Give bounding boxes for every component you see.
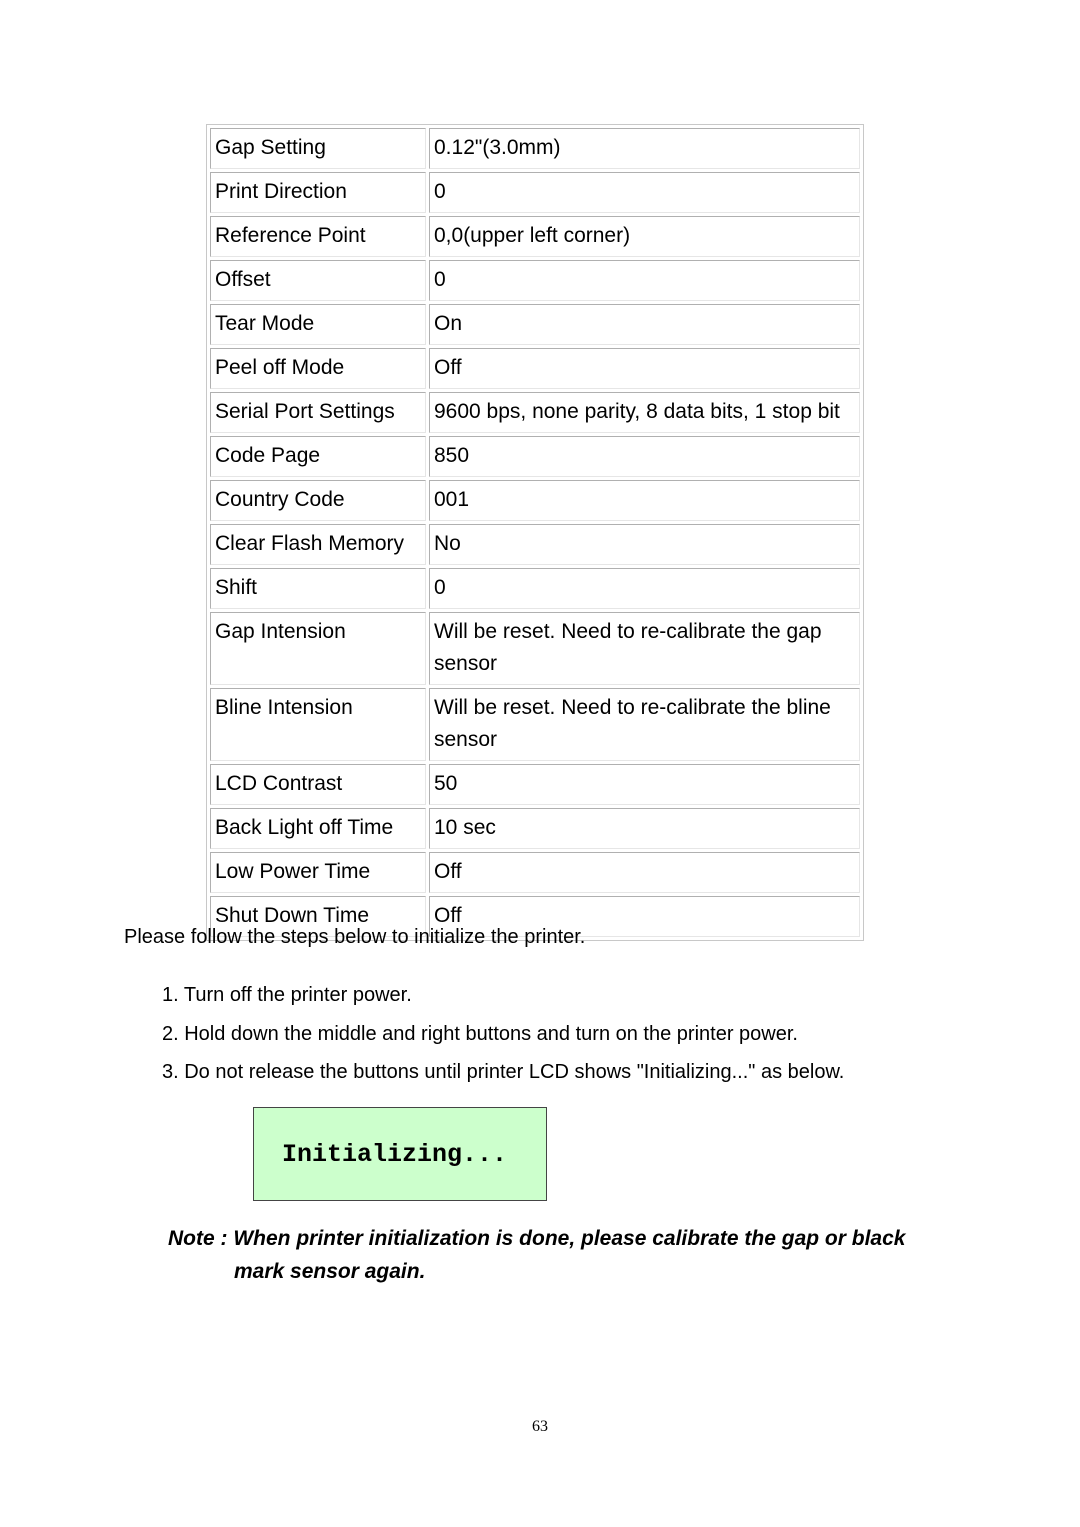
- intro-text: Please follow the steps below to initial…: [124, 926, 586, 948]
- setting-name: Low Power Time: [210, 852, 426, 893]
- step-item: 3. Do not release the buttons until prin…: [162, 1061, 845, 1083]
- setting-value: 850: [429, 436, 860, 477]
- setting-value: Off: [429, 852, 860, 893]
- table-row: Country Code 001: [210, 480, 860, 521]
- step-item: 1. Turn off the printer power.: [162, 984, 412, 1006]
- setting-name: Reference Point: [210, 216, 426, 257]
- table-row: Print Direction 0: [210, 172, 860, 213]
- setting-name: Shift: [210, 568, 426, 609]
- setting-value: 001: [429, 480, 860, 521]
- setting-value: Off: [429, 348, 860, 389]
- table-row: Offset 0: [210, 260, 860, 301]
- setting-name: Code Page: [210, 436, 426, 477]
- setting-name: Offset: [210, 260, 426, 301]
- page-number: 63: [532, 1418, 548, 1435]
- note-line-1: Note : When printer initialization is do…: [168, 1227, 906, 1250]
- setting-value: 0: [429, 568, 860, 609]
- table-row: Clear Flash Memory No: [210, 524, 860, 565]
- document-page: Gap Setting 0.12"(3.0mm) Print Direction 0 R…: [0, 0, 1080, 1527]
- setting-name: LCD Contrast: [210, 764, 426, 805]
- setting-name: Bline Intension: [210, 688, 426, 761]
- setting-name: Serial Port Settings: [210, 392, 426, 433]
- table-row: Back Light off Time 10 sec: [210, 808, 860, 849]
- setting-name: Gap Setting: [210, 128, 426, 169]
- table-row: Reference Point 0,0(upper left corner): [210, 216, 860, 257]
- setting-value: 50: [429, 764, 860, 805]
- table-row: Shift 0: [210, 568, 860, 609]
- table-row: Code Page 850: [210, 436, 860, 477]
- setting-value: 9600 bps, none parity, 8 data bits, 1 st…: [429, 392, 860, 433]
- setting-name: Peel off Mode: [210, 348, 426, 389]
- setting-value: No: [429, 524, 860, 565]
- table-row: Bline Intension Will be reset. Need to re…: [210, 688, 860, 761]
- setting-value: Will be reset. Need to re-calibrate the …: [429, 688, 860, 761]
- setting-value: 0: [429, 260, 860, 301]
- setting-name: Country Code: [210, 480, 426, 521]
- step-item: 2. Hold down the middle and right button…: [162, 1022, 798, 1045]
- table-row: Serial Port Settings 9600 bps, none parit…: [210, 392, 860, 433]
- setting-value: 0,0(upper left corner): [429, 216, 860, 257]
- settings-table: Gap Setting 0.12"(3.0mm) Print Direction 0 R…: [206, 124, 864, 941]
- table-row: Gap Intension Will be reset. Need to re-c…: [210, 612, 860, 685]
- table-row: Tear Mode On: [210, 304, 860, 345]
- setting-value: 0.12"(3.0mm): [429, 128, 860, 169]
- setting-value: 10 sec: [429, 808, 860, 849]
- setting-value: 0: [429, 172, 860, 213]
- setting-name: Tear Mode: [210, 304, 426, 345]
- table-row: LCD Contrast 50: [210, 764, 860, 805]
- steps-list: 1. Turn off the printer power. 2. Hold d…: [162, 984, 844, 1100]
- setting-value: Will be reset. Need to re-calibrate the …: [429, 612, 860, 685]
- table-row: Peel off Mode Off: [210, 348, 860, 389]
- table-row: Low Power Time Off: [210, 852, 860, 893]
- setting-name: Print Direction: [210, 172, 426, 213]
- setting-name: Clear Flash Memory: [210, 524, 426, 565]
- table-row: Gap Setting 0.12"(3.0mm): [210, 128, 860, 169]
- setting-name: Back Light off Time: [210, 808, 426, 849]
- setting-name: Gap Intension: [210, 612, 426, 685]
- note: Note : When printer initialization is do…: [168, 1222, 905, 1288]
- setting-value: On: [429, 304, 860, 345]
- note-line-2: mark sensor again.: [234, 1260, 426, 1283]
- lcd-display: Initializing...: [253, 1107, 547, 1201]
